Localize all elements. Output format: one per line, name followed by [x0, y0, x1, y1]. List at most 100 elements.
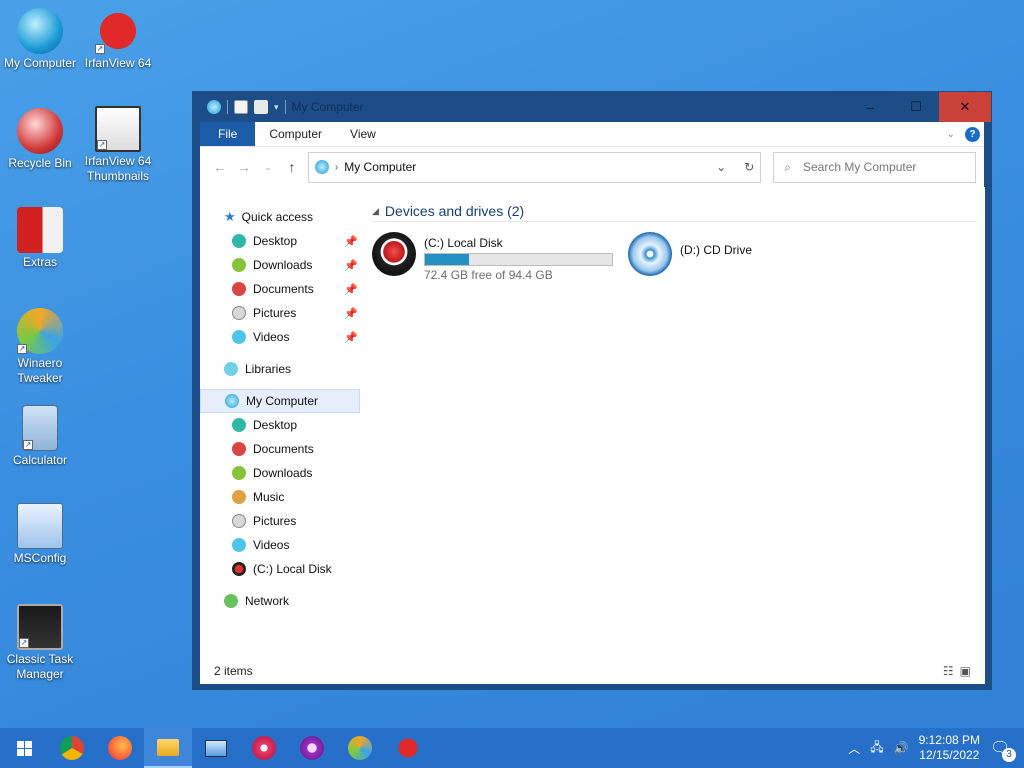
- title-bar[interactable]: ▾ My Computer – ☐ ✕: [193, 92, 991, 122]
- back-icon[interactable]: ←: [208, 159, 232, 175]
- nav-my-computer[interactable]: My Computer: [200, 389, 360, 413]
- documents-folder-icon: [232, 282, 246, 296]
- qa-dropdown-icon[interactable]: ▾: [274, 102, 279, 113]
- volume-icon[interactable]: 🔊: [894, 741, 909, 755]
- irfanview-icon: ↗: [95, 8, 141, 54]
- nav-label: Network: [245, 594, 290, 608]
- minimize-button[interactable]: –: [847, 92, 893, 122]
- main-pane: ◢ Devices and drives (2) (C:) Local Disk…: [360, 187, 985, 657]
- properties-icon[interactable]: [234, 100, 248, 114]
- documents-folder-icon: [232, 442, 246, 456]
- pin-icon[interactable]: 📌: [344, 283, 358, 296]
- address-bar[interactable]: › My Computer ⌄ ↻: [307, 151, 762, 183]
- drives-list: (C:) Local Disk 72.4 GB free of 94.4 GB …: [372, 232, 977, 282]
- close-button[interactable]: ✕: [939, 92, 991, 122]
- nav-qa-documents[interactable]: Documents 📌: [200, 277, 360, 301]
- star-icon: ★: [224, 209, 236, 224]
- nav-gap: [200, 349, 360, 357]
- nav-label: Music: [253, 490, 285, 504]
- show-hidden-icons-icon[interactable]: ︿: [848, 740, 860, 757]
- pin-icon[interactable]: 📌: [344, 307, 358, 320]
- network-status-icon[interactable]: 🖧: [870, 738, 883, 759]
- nav-qa-desktop[interactable]: Desktop 📌: [200, 229, 360, 253]
- downloads-folder-icon: [232, 258, 246, 272]
- nav-label: Videos: [253, 330, 290, 344]
- window-app-icon[interactable]: [207, 100, 221, 114]
- msconfig-icon: [17, 503, 63, 549]
- new-folder-icon[interactable]: [254, 100, 268, 114]
- nav-pc-music[interactable]: Music: [200, 485, 360, 509]
- group-header[interactable]: ◢ Devices and drives (2): [372, 203, 977, 222]
- winaero-tweaker-icon: ↗: [17, 308, 63, 354]
- clock[interactable]: 9:12:08 PM 12/15/2022: [919, 733, 980, 763]
- nav-label: Libraries: [245, 362, 292, 376]
- details-view-icon[interactable]: ☷: [943, 664, 954, 678]
- taskbar-chrome[interactable]: [48, 728, 96, 768]
- action-center-button[interactable]: 🗨 3: [990, 738, 1016, 762]
- desktop-icon-winaero-tweaker[interactable]: ↗ Winaero Tweaker: [0, 308, 80, 386]
- nav-qa-pictures[interactable]: Pictures 📌: [200, 301, 360, 325]
- up-icon[interactable]: ↑: [280, 159, 304, 175]
- nav-label: Downloads: [253, 258, 313, 272]
- nav-qa-downloads[interactable]: Downloads 📌: [200, 253, 360, 277]
- desktop-icon-task-manager[interactable]: ↗ Classic Task Manager: [0, 604, 80, 682]
- nav-pc-desktop[interactable]: Desktop: [200, 413, 360, 437]
- desktop-icon-extras[interactable]: Extras: [0, 207, 80, 270]
- taskbar-app-6[interactable]: [288, 728, 336, 768]
- desktop-icon-recycle-bin[interactable]: Recycle Bin: [0, 108, 80, 171]
- address-path[interactable]: My Computer: [344, 160, 416, 174]
- desktop-icon-irfanview[interactable]: ↗ IrfanView 64: [78, 8, 158, 71]
- search-input[interactable]: Search My Computer: [803, 160, 916, 174]
- qa-separator: [227, 100, 228, 114]
- search-box[interactable]: ⌕ Search My Computer: [773, 151, 977, 183]
- pin-icon[interactable]: 📌: [344, 235, 358, 248]
- collapse-triangle-icon[interactable]: ◢: [372, 206, 379, 217]
- nav-pc-local-disk[interactable]: (C:) Local Disk: [200, 557, 360, 581]
- file-explorer-icon: [157, 738, 179, 756]
- taskbar-irfanview[interactable]: [384, 728, 432, 768]
- pictures-folder-icon: [232, 306, 246, 320]
- taskbar-file-explorer[interactable]: [144, 728, 192, 768]
- address-dropdown-icon[interactable]: ⌄: [716, 160, 726, 174]
- desktop-icon-calculator[interactable]: ↗ Calculator: [0, 405, 80, 468]
- breadcrumb-separator-icon[interactable]: ›: [335, 162, 338, 173]
- drive-c[interactable]: (C:) Local Disk 72.4 GB free of 94.4 GB: [372, 232, 613, 282]
- tab-file[interactable]: File: [200, 122, 256, 146]
- desktop-icon-irfanview-thumbnails[interactable]: ↗ IrfanView 64 Thumbnails: [78, 106, 158, 184]
- desktop-icon-msconfig[interactable]: MSConfig: [0, 503, 80, 566]
- view-buttons: ☷ ▣: [943, 664, 971, 678]
- maximize-button[interactable]: ☐: [893, 92, 939, 122]
- pin-icon[interactable]: 📌: [344, 259, 358, 272]
- qa-separator: [284, 100, 286, 114]
- nav-libraries[interactable]: Libraries: [200, 357, 360, 381]
- drive-d[interactable]: (D:) CD Drive: [628, 232, 868, 282]
- local-disk-icon: [232, 562, 246, 576]
- forward-icon[interactable]: →: [232, 159, 256, 175]
- taskbar-firefox[interactable]: [96, 728, 144, 768]
- tab-computer[interactable]: Computer: [255, 122, 336, 146]
- nav-qa-videos[interactable]: Videos 📌: [200, 325, 360, 349]
- desktop-icon-my-computer[interactable]: My Computer: [0, 8, 80, 71]
- start-button[interactable]: [0, 728, 48, 768]
- computer-location-icon: [314, 160, 329, 174]
- nav-label: Documents: [253, 442, 314, 456]
- taskbar-app-7[interactable]: [336, 728, 384, 768]
- winaero-tweaker-icon: [348, 736, 372, 760]
- nav-network[interactable]: Network: [200, 589, 360, 613]
- nav-quick-access[interactable]: ★ Quick access: [200, 205, 360, 229]
- help-icon[interactable]: ?: [965, 126, 980, 142]
- music-folder-icon: [232, 490, 246, 504]
- taskbar-app-5[interactable]: [240, 728, 288, 768]
- large-icons-view-icon[interactable]: ▣: [960, 664, 971, 678]
- pin-icon[interactable]: 📌: [344, 331, 358, 344]
- refresh-icon[interactable]: ↻: [744, 160, 754, 174]
- nav-pc-documents[interactable]: Documents: [200, 437, 360, 461]
- nav-pc-downloads[interactable]: Downloads: [200, 461, 360, 485]
- navigation-pane: ★ Quick access Desktop 📌 Downloads 📌 Doc…: [200, 187, 360, 657]
- taskbar-app-4[interactable]: [192, 728, 240, 768]
- nav-pc-videos[interactable]: Videos: [200, 533, 360, 557]
- recent-locations-icon[interactable]: ⌄: [256, 162, 280, 173]
- expand-ribbon-icon[interactable]: ⌄: [947, 129, 955, 140]
- tab-view[interactable]: View: [336, 122, 390, 146]
- nav-pc-pictures[interactable]: Pictures: [200, 509, 360, 533]
